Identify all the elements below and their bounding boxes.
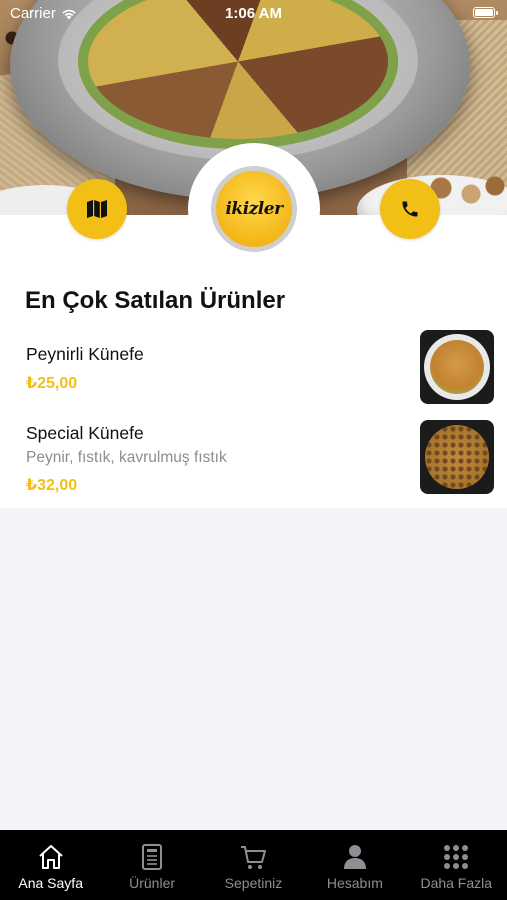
tab-label: Ürünler <box>129 875 176 891</box>
tab-cart[interactable]: Sepetiniz <box>203 830 303 891</box>
menu-book-icon <box>142 844 163 870</box>
tab-bar: Ana Sayfa Ürünler Sepetiniz Hesabım Daha… <box>0 830 507 900</box>
clock: 1:06 AM <box>225 5 282 22</box>
product-image <box>420 330 494 404</box>
tab-label: Sepetiniz <box>224 875 283 891</box>
product-price: ₺32,00 <box>26 477 78 494</box>
tab-products[interactable]: Ürünler <box>102 830 202 891</box>
grid-icon <box>444 845 469 869</box>
product-price: ₺25,00 <box>26 375 78 392</box>
product-list: Peynirli Künefe ₺25,00 Special Künefe Pe… <box>0 327 507 508</box>
map-icon <box>87 200 107 218</box>
product-name: Peynirli Künefe <box>26 344 144 364</box>
phone-button[interactable] <box>380 179 440 239</box>
product-name: Special Künefe <box>26 423 144 443</box>
section-title: En Çok Satılan Ürünler <box>25 287 286 314</box>
person-icon <box>343 845 366 869</box>
tab-label: Ana Sayfa <box>18 875 83 891</box>
cart-icon <box>241 846 267 869</box>
tab-label: Hesabım <box>326 875 383 891</box>
list-item[interactable]: Special Künefe Peynir, fıstık, kavrulmuş… <box>0 413 507 508</box>
logo-ring: ikizler <box>211 166 297 252</box>
tab-home[interactable]: Ana Sayfa <box>1 830 101 891</box>
list-item[interactable]: Peynirli Künefe ₺25,00 <box>0 327 507 413</box>
phone-icon <box>402 201 418 217</box>
home-icon <box>39 845 63 869</box>
brand-logo: ikizler <box>188 143 320 275</box>
product-image <box>420 420 494 494</box>
product-description: Peynir, fıstık, kavrulmuş fıstık <box>26 449 227 466</box>
tab-account[interactable]: Hesabım <box>305 830 405 891</box>
battery-icon <box>473 7 498 18</box>
tab-label: Daha Fazla <box>420 875 493 891</box>
status-bar: Carrier 1:06 AM <box>0 0 507 28</box>
tab-more[interactable]: Daha Fazla <box>406 830 506 891</box>
logo-badge: ikizler <box>216 171 292 247</box>
logo-text: ikizler <box>225 199 283 219</box>
map-button[interactable] <box>67 179 127 239</box>
